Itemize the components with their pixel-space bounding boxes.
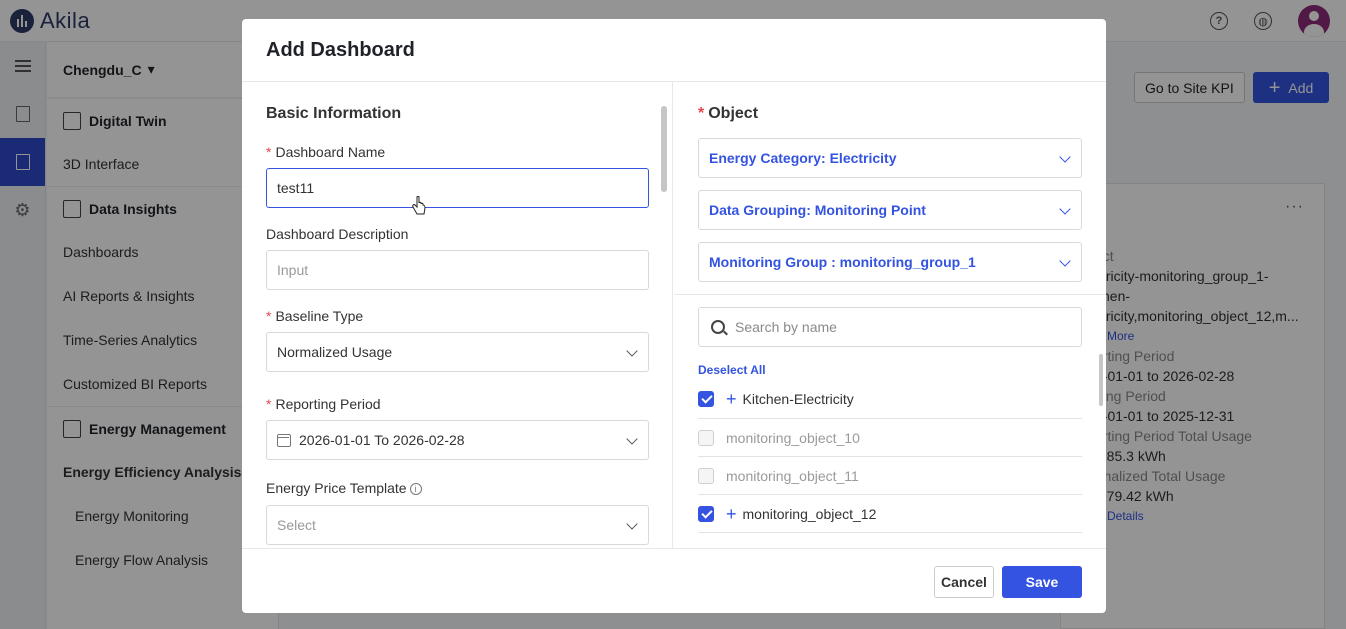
dashboard-name-label: * Dashboard Name — [266, 144, 386, 160]
object-filter-select[interactable]: Monitoring Group : monitoring_group_1 — [698, 242, 1082, 282]
baseline-type-select[interactable]: Normalized Usage — [266, 332, 649, 372]
divider — [674, 294, 1106, 295]
price-template-placeholder: Select — [277, 517, 316, 533]
baseline-type-label: * Baseline Type — [266, 308, 364, 324]
left-panel-scrollbar[interactable] — [661, 106, 667, 192]
checkbox — [698, 429, 714, 446]
basic-info-heading: Basic Information — [266, 105, 402, 122]
checkbox[interactable] — [698, 505, 714, 522]
reporting-period-value: 2026-01-01 To 2026-02-28 — [299, 432, 465, 448]
modal-footer: Cancel Save — [242, 548, 1106, 613]
object-filter-value: Energy Category: Electricity — [709, 150, 897, 166]
baseline-type-value: Normalized Usage — [277, 344, 393, 360]
checkbox — [698, 467, 714, 484]
basic-info-panel: Basic Information * Dashboard Name test11… — [242, 82, 673, 548]
chevron-down-icon — [1059, 151, 1071, 163]
object-filter-value: Data Grouping: Monitoring Point — [709, 202, 926, 218]
object-list-scrollbar[interactable] — [1099, 354, 1103, 406]
list-item[interactable]: + monitoring_object_12 — [698, 495, 1082, 533]
object-panel: * Object Energy Category: Electricity Data… — [674, 82, 1106, 548]
dashboard-description-label: Dashboard Description — [266, 226, 409, 242]
object-filter-select[interactable]: Data Grouping: Monitoring Point — [698, 190, 1082, 230]
chevron-down-icon — [1059, 203, 1071, 215]
energy-price-template-select[interactable]: Select — [266, 505, 649, 545]
object-filter-select[interactable]: Energy Category: Electricity — [698, 138, 1082, 178]
modal-title: Add Dashboard — [242, 19, 1106, 82]
expand-plus-icon[interactable]: + — [726, 505, 737, 523]
dashboard-name-value: test11 — [277, 180, 315, 196]
dashboard-description-input[interactable]: Input — [266, 250, 649, 290]
energy-price-template-label: Energy Price Template i — [266, 480, 422, 496]
save-button[interactable]: Save — [1002, 566, 1082, 598]
object-filter-value: Monitoring Group : monitoring_group_1 — [709, 254, 976, 270]
search-input[interactable]: Search by name — [698, 307, 1082, 347]
calendar-icon — [277, 433, 291, 447]
cancel-button[interactable]: Cancel — [934, 566, 994, 598]
list-item-label: monitoring_object_12 — [742, 505, 877, 522]
object-list: + Kitchen-Electricity monitoring_object_10… — [698, 380, 1082, 533]
list-item-label: monitoring_object_11 — [726, 467, 859, 484]
mouse-cursor-icon — [412, 196, 426, 215]
chevron-down-icon — [626, 518, 638, 530]
expand-plus-icon[interactable]: + — [726, 390, 737, 408]
description-placeholder: Input — [277, 262, 309, 278]
chevron-down-icon — [1059, 255, 1071, 267]
list-item: monitoring_object_10 — [698, 419, 1082, 457]
search-placeholder: Search by name — [735, 319, 837, 335]
reporting-period-picker[interactable]: 2026-01-01 To 2026-02-28 — [266, 420, 649, 460]
object-heading: * Object — [698, 105, 759, 122]
dashboard-name-input[interactable]: test11 — [266, 168, 649, 208]
list-item-label: monitoring_object_10 — [726, 429, 860, 446]
reporting-period-label: * Reporting Period — [266, 396, 381, 412]
chevron-down-icon — [626, 433, 638, 445]
add-dashboard-modal: Add Dashboard Basic Information * Dashboa… — [242, 19, 1106, 613]
deselect-all-link[interactable]: Deselect All — [698, 363, 766, 377]
info-icon[interactable]: i — [409, 483, 422, 496]
list-item-label: Kitchen-Electricity — [742, 391, 854, 407]
list-item[interactable]: + Kitchen-Electricity — [698, 380, 1082, 419]
chevron-down-icon — [626, 345, 638, 357]
list-item: monitoring_object_11 — [698, 457, 1082, 495]
checkbox[interactable] — [698, 391, 714, 407]
search-icon — [711, 320, 725, 334]
